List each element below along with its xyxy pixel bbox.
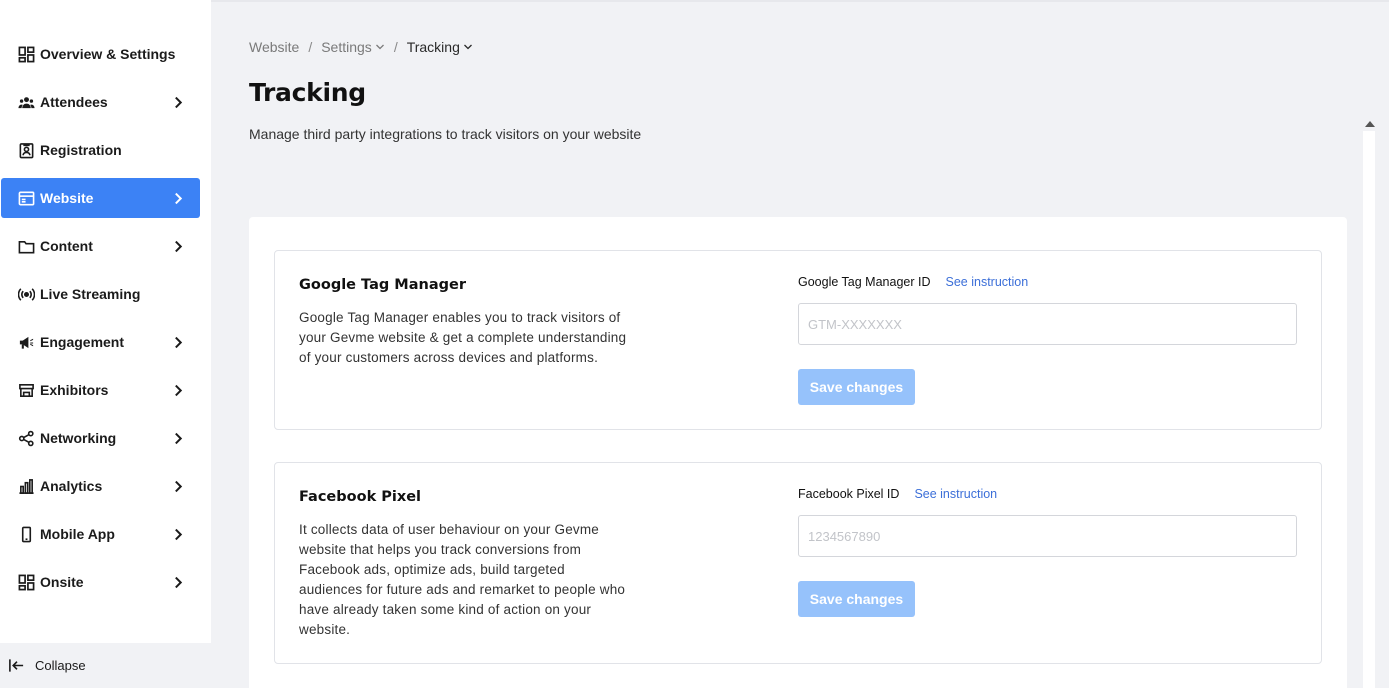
sidebar-item-label: Attendees [40,94,108,110]
sidebar-item-content[interactable]: Content [1,226,200,266]
card-description: It collects data of user behaviour on yo… [299,522,626,637]
field-label-row: Facebook Pixel ID See instruction [798,487,997,501]
sidebar-item-label: Engagement [40,334,125,350]
sidebar-item-attendees[interactable]: Attendees [1,82,200,122]
sidebar-item-label: Website [40,190,94,206]
breadcrumb-tracking[interactable]: Tracking [407,39,473,55]
chevron-right-icon [171,334,185,350]
breadcrumb-separator: / [393,39,398,55]
sidebar-item-label: Exhibitors [40,382,109,398]
dashboard-icon [17,45,35,63]
field-label-row: Google Tag Manager ID See instruction [798,275,1028,289]
breadcrumb-label: Settings [321,39,372,55]
chevron-right-icon [171,574,185,590]
megaphone-icon [17,333,35,351]
sidebar-item-mobile-app[interactable]: Mobile App [1,514,200,554]
sidebar-item-engagement[interactable]: Engagement [1,322,200,362]
bar-chart-icon [17,477,35,495]
broadcast-icon [17,285,35,303]
sidebar-item-label: Mobile App [40,526,115,542]
save-changes-button[interactable]: Save changes [798,581,915,617]
sidebar-item-onsite[interactable]: Onsite [1,562,200,602]
share-nodes-icon [17,429,35,447]
sidebar-item-label: Networking [40,430,117,446]
sidebar-item-label: Overview & Settings [40,46,176,62]
breadcrumb-label: Website [249,39,300,55]
sidebar-item-label: Registration [40,142,122,158]
gtm-id-input[interactable] [798,303,1297,345]
chevron-right-icon [171,526,185,542]
storefront-icon [17,381,35,399]
breadcrumb: Website / Settings / Tracking [249,39,473,55]
pixel-id-label: Facebook Pixel ID [798,487,900,501]
see-instruction-link[interactable]: See instruction [914,487,997,501]
card-title: Facebook Pixel [299,489,422,505]
card-title: Google Tag Manager [299,277,466,293]
pixel-id-input[interactable] [798,515,1297,557]
sidebar-item-overview-settings[interactable]: Overview & Settings [1,34,200,74]
chevron-down-icon [463,42,473,52]
breadcrumb-label: Tracking [406,39,460,55]
chevron-right-icon [171,382,185,398]
top-strip [211,0,1389,2]
card-description: Google Tag Manager enables you to track … [299,310,627,365]
chevron-right-icon [171,238,185,254]
chevron-right-icon [171,190,185,206]
sidebar-item-label: Content [40,238,93,254]
sidebar-item-label: Onsite [40,574,84,590]
collapse-label: Collapse [35,658,86,673]
facebook-pixel-card: Facebook Pixel It collects data of user … [274,462,1322,664]
collapse-left-icon [8,657,26,675]
breadcrumb-settings[interactable]: Settings [321,39,385,55]
sidebar-item-live-streaming[interactable]: Live Streaming [1,274,200,314]
see-instruction-link[interactable]: See instruction [946,275,1029,289]
sidebar-item-label: Analytics [40,478,103,494]
sidebar-item-networking[interactable]: Networking [1,418,200,458]
breadcrumb-separator: / [308,39,313,55]
scroll-up-arrow-icon[interactable] [1365,121,1375,127]
grid-icon [17,573,35,591]
collapse-button[interactable]: Collapse [0,643,211,688]
sidebar-item-registration[interactable]: Registration [1,130,200,170]
sidebar-item-label: Live Streaming [40,286,141,302]
sidebar-nav: Overview & Settings Attendees Registrati… [0,34,211,610]
sidebar: Overview & Settings Attendees Registrati… [0,0,211,688]
chevron-right-icon [171,94,185,110]
scrollbar[interactable] [1362,117,1378,688]
sidebar-item-exhibitors[interactable]: Exhibitors [1,370,200,410]
id-badge-icon [17,141,35,159]
chevron-right-icon [171,478,185,494]
page-subtitle: Manage third party integrations to track… [249,126,642,142]
page-title: Tracking [249,78,366,107]
sidebar-item-website[interactable]: Website [1,178,200,218]
breadcrumb-website[interactable]: Website [249,39,299,55]
scrollbar-track[interactable] [1363,131,1375,688]
folder-icon [17,237,35,255]
google-tag-manager-card: Google Tag Manager Google Tag Manager en… [274,250,1322,430]
tracking-panel: Google Tag Manager Google Tag Manager en… [249,217,1347,688]
chevron-right-icon [171,430,185,446]
sidebar-item-analytics[interactable]: Analytics [1,466,200,506]
mobile-phone-icon [17,525,35,543]
save-changes-button[interactable]: Save changes [798,369,915,405]
gtm-id-label: Google Tag Manager ID [798,275,931,289]
people-icon [17,93,35,111]
chevron-down-icon [375,42,385,52]
browser-window-icon [17,189,35,207]
